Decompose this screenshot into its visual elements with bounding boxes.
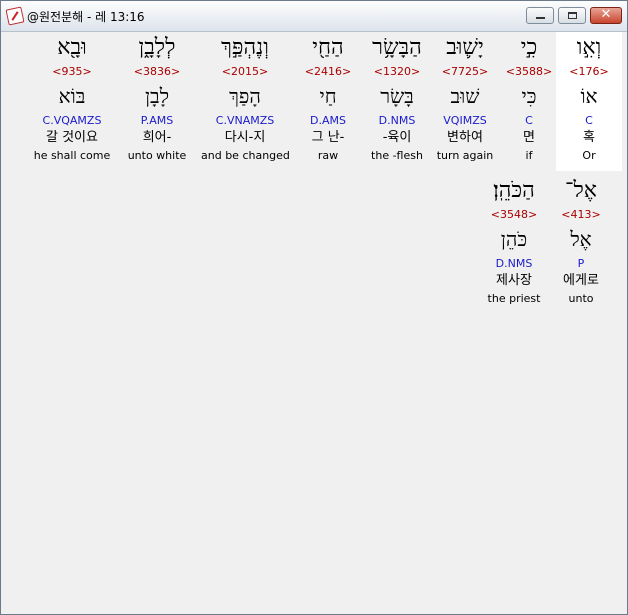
strong-number[interactable]: <7725> (432, 64, 498, 80)
korean-gloss: 변하여 (447, 130, 483, 145)
english-gloss: and be changed (201, 149, 290, 162)
maximize-button[interactable] (558, 7, 586, 24)
strong-number[interactable]: <176> (556, 64, 622, 80)
morphology-code: P.AMS (140, 114, 174, 127)
word-cell[interactable]: הַבָּשָׂ֥ר <1320> בָּשָׂר D.NMS -육이 the … (360, 32, 434, 164)
word-cell[interactable]: יָשׁ֛וּב <7725> שׁוּב VQIMZS 변하여 turn ag… (432, 32, 498, 164)
strong-number[interactable]: <2416> (295, 64, 361, 80)
morphology-code: C.VNAMZS (215, 114, 275, 127)
korean-gloss: 다시-지 (224, 130, 266, 145)
hebrew-word: וּבָ֖א (57, 35, 87, 60)
close-button[interactable]: ✕ (590, 7, 622, 24)
hebrew-word: הַכֹּהֵֽן׃ (493, 178, 535, 203)
english-gloss: the priest (487, 292, 541, 305)
hebrew-word: אֶל־ (565, 178, 597, 203)
hebrew-word: יָשׁ֛וּב (446, 35, 484, 60)
korean-gloss: 면 (523, 130, 535, 145)
word-cell[interactable]: וְנֶהְפַּ֣ךְ <2015> הָפַךְ C.VNAMZS 다시-지… (201, 32, 290, 164)
hebrew-word: כִ֣י (520, 35, 538, 60)
hebrew-word: לְלָבָ֑ן (138, 35, 176, 60)
lexical-form: בּוֹא (58, 84, 86, 108)
hebrew-word: הַבָּשָׂ֥ר (372, 35, 422, 60)
word-cell[interactable]: אֶל־ <413> אֶל P 에게로 unto (548, 175, 614, 307)
lexical-form: שׁוּב (450, 84, 480, 108)
morphology-code: D.NMS (378, 114, 416, 127)
morphology-code: C (585, 114, 593, 127)
morphology-code: VQIMZS (443, 114, 487, 127)
english-gloss: he shall come (33, 149, 111, 162)
app-icon[interactable] (5, 6, 25, 26)
korean-gloss: 희어- (142, 130, 172, 145)
minimize-icon (536, 17, 545, 19)
word-cell[interactable]: וּבָ֖א <935> בּוֹא C.VQAMZS 갈 것이요 he sha… (25, 32, 119, 164)
morphology-code: D.AMS (310, 114, 346, 127)
app-window: @원전분해 - 레 13:16 ✕ וְאִ֣ו <176> אוֹ C 혹 O… (0, 0, 628, 615)
title-bar[interactable]: @원전분해 - 레 13:16 ✕ (1, 1, 627, 32)
lexical-form: כִּי (521, 84, 537, 108)
strong-number[interactable]: <3588> (496, 64, 562, 80)
korean-gloss: 갈 것이요 (46, 130, 98, 145)
lexical-form: לָבָן (144, 84, 170, 108)
korean-gloss: 제사장 (496, 273, 532, 288)
strong-number[interactable]: <2015> (201, 64, 289, 80)
word-analysis-panel: וְאִ֣ו <176> אוֹ C 혹 Or כִ֣י <3588> כִּי… (7, 32, 622, 609)
word-cell[interactable]: הַכֹּהֵֽן׃ <3548> כֹּהֵן D.NMS 제사장 the p… (477, 175, 551, 307)
korean-gloss: 에게로 (563, 273, 599, 288)
morphology-code: P (577, 257, 585, 270)
window-title: @원전분해 - 레 13:16 (27, 10, 145, 24)
english-gloss: unto white (127, 149, 187, 162)
lexical-form: חַי (319, 84, 337, 108)
english-gloss: unto (568, 292, 594, 305)
word-cell[interactable]: הַחַ֖י <2416> חַי D.AMS 그 난- raw (295, 32, 361, 164)
korean-gloss: -육이 (382, 130, 412, 145)
english-gloss: Or (582, 149, 596, 162)
close-icon: ✕ (600, 7, 612, 22)
english-gloss: turn again (436, 149, 494, 162)
word-cell[interactable]: וְאִ֣ו <176> אוֹ C 혹 Or (556, 32, 622, 171)
lexical-form: בָּשָׂר (380, 84, 414, 108)
strong-number[interactable]: <413> (548, 207, 614, 223)
lexical-form: הָפַךְ (229, 84, 261, 108)
lexical-form: כֹּהֵן (500, 227, 528, 251)
morphology-code: C.VQAMZS (42, 114, 102, 127)
lexical-form: אוֹ (580, 84, 598, 108)
strong-number[interactable]: <3548> (477, 207, 551, 223)
english-gloss: if (525, 149, 533, 162)
hebrew-word: וְאִ֣ו (576, 35, 602, 60)
strong-number[interactable]: <935> (25, 64, 119, 80)
lexical-form: אֶל (570, 227, 592, 251)
word-cell[interactable]: כִ֣י <3588> כִּי C 면 if (496, 32, 562, 164)
maximize-icon (568, 12, 577, 19)
english-gloss: raw (317, 149, 339, 162)
morphology-code: D.NMS (495, 257, 533, 270)
hebrew-word: וְנֶהְפַּ֣ךְ (221, 35, 269, 60)
strong-number[interactable]: <3836> (124, 64, 190, 80)
strong-number[interactable]: <1320> (360, 64, 434, 80)
morphology-code: C (525, 114, 533, 127)
minimize-button[interactable] (526, 7, 554, 24)
korean-gloss: 혹 (583, 130, 595, 145)
word-cell[interactable]: לְלָבָ֑ן <3836> לָבָן P.AMS 희어- unto whi… (124, 32, 190, 164)
korean-gloss: 그 난- (311, 130, 345, 145)
english-gloss: the -flesh (371, 149, 423, 162)
hebrew-word: הַחַ֖י (312, 35, 344, 60)
